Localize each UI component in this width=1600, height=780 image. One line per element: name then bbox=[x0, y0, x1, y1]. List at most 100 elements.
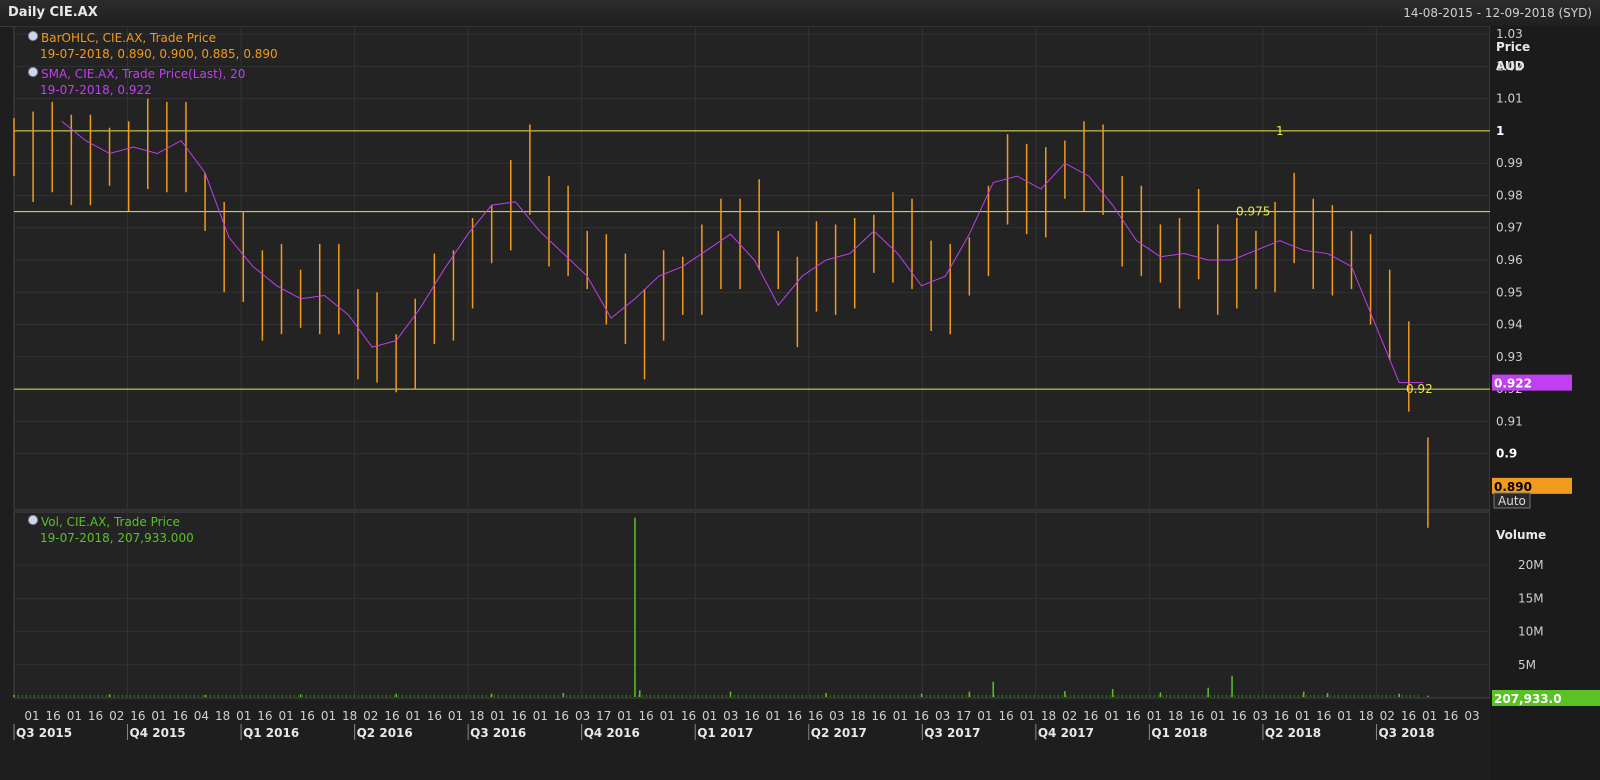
quarter-label: Q3 2016 bbox=[470, 726, 526, 740]
volume-series-name: Vol, CIE.AX, Trade Price bbox=[41, 515, 180, 529]
volume-marker-label: 207,933.0 bbox=[1494, 692, 1562, 706]
day-tick-label: 02 bbox=[363, 709, 378, 723]
day-tick-label: 01 bbox=[278, 709, 293, 723]
day-tick-label: 16 bbox=[914, 709, 929, 723]
price-tick-label: 0.94 bbox=[1496, 318, 1523, 332]
price-tick-label: 0.95 bbox=[1496, 285, 1523, 299]
day-tick-label: 18 bbox=[1041, 709, 1056, 723]
day-tick-label: 01 bbox=[1020, 709, 1035, 723]
day-tick-label: 17 bbox=[596, 709, 611, 723]
day-tick-label: 16 bbox=[1126, 709, 1141, 723]
quarter-label: Q1 2016 bbox=[243, 726, 299, 740]
chart-title: Daily CIE.AX bbox=[8, 5, 98, 20]
price-tick-label: 0.96 bbox=[1496, 253, 1523, 267]
day-tick-label: 04 bbox=[194, 709, 209, 723]
quarter-label: Q2 2018 bbox=[1265, 726, 1321, 740]
day-tick-label: 16 bbox=[1083, 709, 1098, 723]
day-tick-label: 16 bbox=[427, 709, 442, 723]
day-tick-label: 16 bbox=[638, 709, 653, 723]
chart-title-bar: Daily CIE.AX 14-08-2015 - 12-09-2018 (SY… bbox=[0, 0, 1600, 27]
price-tick-label: 0.9 bbox=[1496, 447, 1517, 461]
day-tick-label: 16 bbox=[808, 709, 823, 723]
day-tick-label: 16 bbox=[511, 709, 526, 723]
quarter-label: Q3 2017 bbox=[924, 726, 980, 740]
price-tick-label: 1.01 bbox=[1496, 92, 1523, 106]
volume-tick-label: 20M bbox=[1518, 558, 1544, 572]
quarter-label: Q2 2016 bbox=[357, 726, 413, 740]
legend-settings-icon[interactable] bbox=[28, 31, 38, 41]
day-tick-label: 16 bbox=[130, 709, 145, 723]
quarter-label: Q3 2015 bbox=[16, 726, 72, 740]
day-tick-label: 01 bbox=[67, 709, 82, 723]
volume-tick-label: 15M bbox=[1518, 591, 1544, 605]
quarter-label: Q1 2018 bbox=[1151, 726, 1207, 740]
day-tick-label: 16 bbox=[1231, 709, 1246, 723]
day-tick-label: 03 bbox=[1253, 709, 1268, 723]
day-tick-label: 01 bbox=[236, 709, 251, 723]
day-tick-label: 03 bbox=[935, 709, 950, 723]
day-tick-label: 01 bbox=[24, 709, 39, 723]
sma-legend[interactable]: SMA, CIE.AX, Trade Price(Last), 20 19-07… bbox=[28, 66, 245, 98]
volume-legend[interactable]: Vol, CIE.AX, Trade Price 19-07-2018, 207… bbox=[28, 514, 194, 546]
volume-panel bbox=[13, 511, 1491, 699]
day-tick-label: 16 bbox=[1274, 709, 1289, 723]
auto-scale-label: Auto bbox=[1498, 494, 1526, 508]
price-tick-label: 0.97 bbox=[1496, 221, 1523, 235]
price-tick-label: 0.98 bbox=[1496, 188, 1523, 202]
day-tick-label: 16 bbox=[871, 709, 886, 723]
day-tick-label: 17 bbox=[956, 709, 971, 723]
day-tick-label: 16 bbox=[300, 709, 315, 723]
price-tick-label: 0.99 bbox=[1496, 156, 1523, 170]
day-tick-label: 16 bbox=[88, 709, 103, 723]
quarter-label: Q1 2017 bbox=[697, 726, 753, 740]
quarter-label: Q4 2016 bbox=[584, 726, 640, 740]
sma-series-name: SMA, CIE.AX, Trade Price(Last), 20 bbox=[41, 67, 246, 81]
day-tick-label: 01 bbox=[448, 709, 463, 723]
day-tick-label: 01 bbox=[1147, 709, 1162, 723]
reference-line-label: 0.92 bbox=[1406, 382, 1433, 396]
volume-series-value: 19-07-2018, 207,933.000 bbox=[40, 531, 194, 545]
day-tick-label: 01 bbox=[151, 709, 166, 723]
day-tick-label: 16 bbox=[1401, 709, 1416, 723]
day-tick-label: 02 bbox=[1062, 709, 1077, 723]
day-tick-label: 18 bbox=[469, 709, 484, 723]
day-tick-label: 03 bbox=[829, 709, 844, 723]
day-tick-label: 16 bbox=[787, 709, 802, 723]
price-marker-label: 0.922 bbox=[1494, 377, 1532, 391]
date-range: 14-08-2015 - 12-09-2018 (SYD) bbox=[1403, 6, 1592, 20]
legend-settings-icon[interactable] bbox=[28, 515, 38, 525]
day-tick-label: 03 bbox=[723, 709, 738, 723]
day-tick-label: 16 bbox=[681, 709, 696, 723]
day-tick-label: 01 bbox=[1210, 709, 1225, 723]
volume-axis-label: Volume bbox=[1496, 528, 1546, 542]
day-tick-label: 01 bbox=[1104, 709, 1119, 723]
day-tick-label: 18 bbox=[1168, 709, 1183, 723]
legend-settings-icon[interactable] bbox=[28, 67, 38, 77]
day-tick-label: 18 bbox=[1358, 709, 1373, 723]
price-volume-chart[interactable]: 1.031.021.0110.990.980.970.960.950.940.9… bbox=[0, 26, 1600, 780]
reference-line-label: 0.975 bbox=[1236, 205, 1270, 219]
day-tick-label: 16 bbox=[998, 709, 1013, 723]
quarter-label: Q3 2018 bbox=[1378, 726, 1434, 740]
day-tick-label: 03 bbox=[1464, 709, 1479, 723]
reference-line-label: 1 bbox=[1276, 124, 1284, 138]
price-marker-label: 0.890 bbox=[1494, 480, 1532, 494]
currency-axis-label: AUD bbox=[1496, 59, 1525, 73]
price-axis-label: Price bbox=[1496, 40, 1530, 54]
day-tick-label: 01 bbox=[1295, 709, 1310, 723]
day-tick-label: 01 bbox=[893, 709, 908, 723]
day-tick-label: 16 bbox=[46, 709, 61, 723]
day-tick-label: 16 bbox=[554, 709, 569, 723]
ohlc-legend[interactable]: BarOHLC, CIE.AX, Trade Price 19-07-2018,… bbox=[28, 30, 278, 62]
day-tick-label: 16 bbox=[173, 709, 188, 723]
day-tick-label: 16 bbox=[744, 709, 759, 723]
day-tick-label: 02 bbox=[1380, 709, 1395, 723]
quarter-label: Q4 2015 bbox=[130, 726, 186, 740]
day-tick-label: 01 bbox=[321, 709, 336, 723]
day-tick-label: 01 bbox=[1422, 709, 1437, 723]
quarter-label: Q4 2017 bbox=[1038, 726, 1094, 740]
ohlc-series-value: 19-07-2018, 0.890, 0.900, 0.885, 0.890 bbox=[40, 47, 278, 61]
day-tick-label: 01 bbox=[702, 709, 717, 723]
ohlc-series-name: BarOHLC, CIE.AX, Trade Price bbox=[41, 31, 216, 45]
day-tick-label: 16 bbox=[1316, 709, 1331, 723]
